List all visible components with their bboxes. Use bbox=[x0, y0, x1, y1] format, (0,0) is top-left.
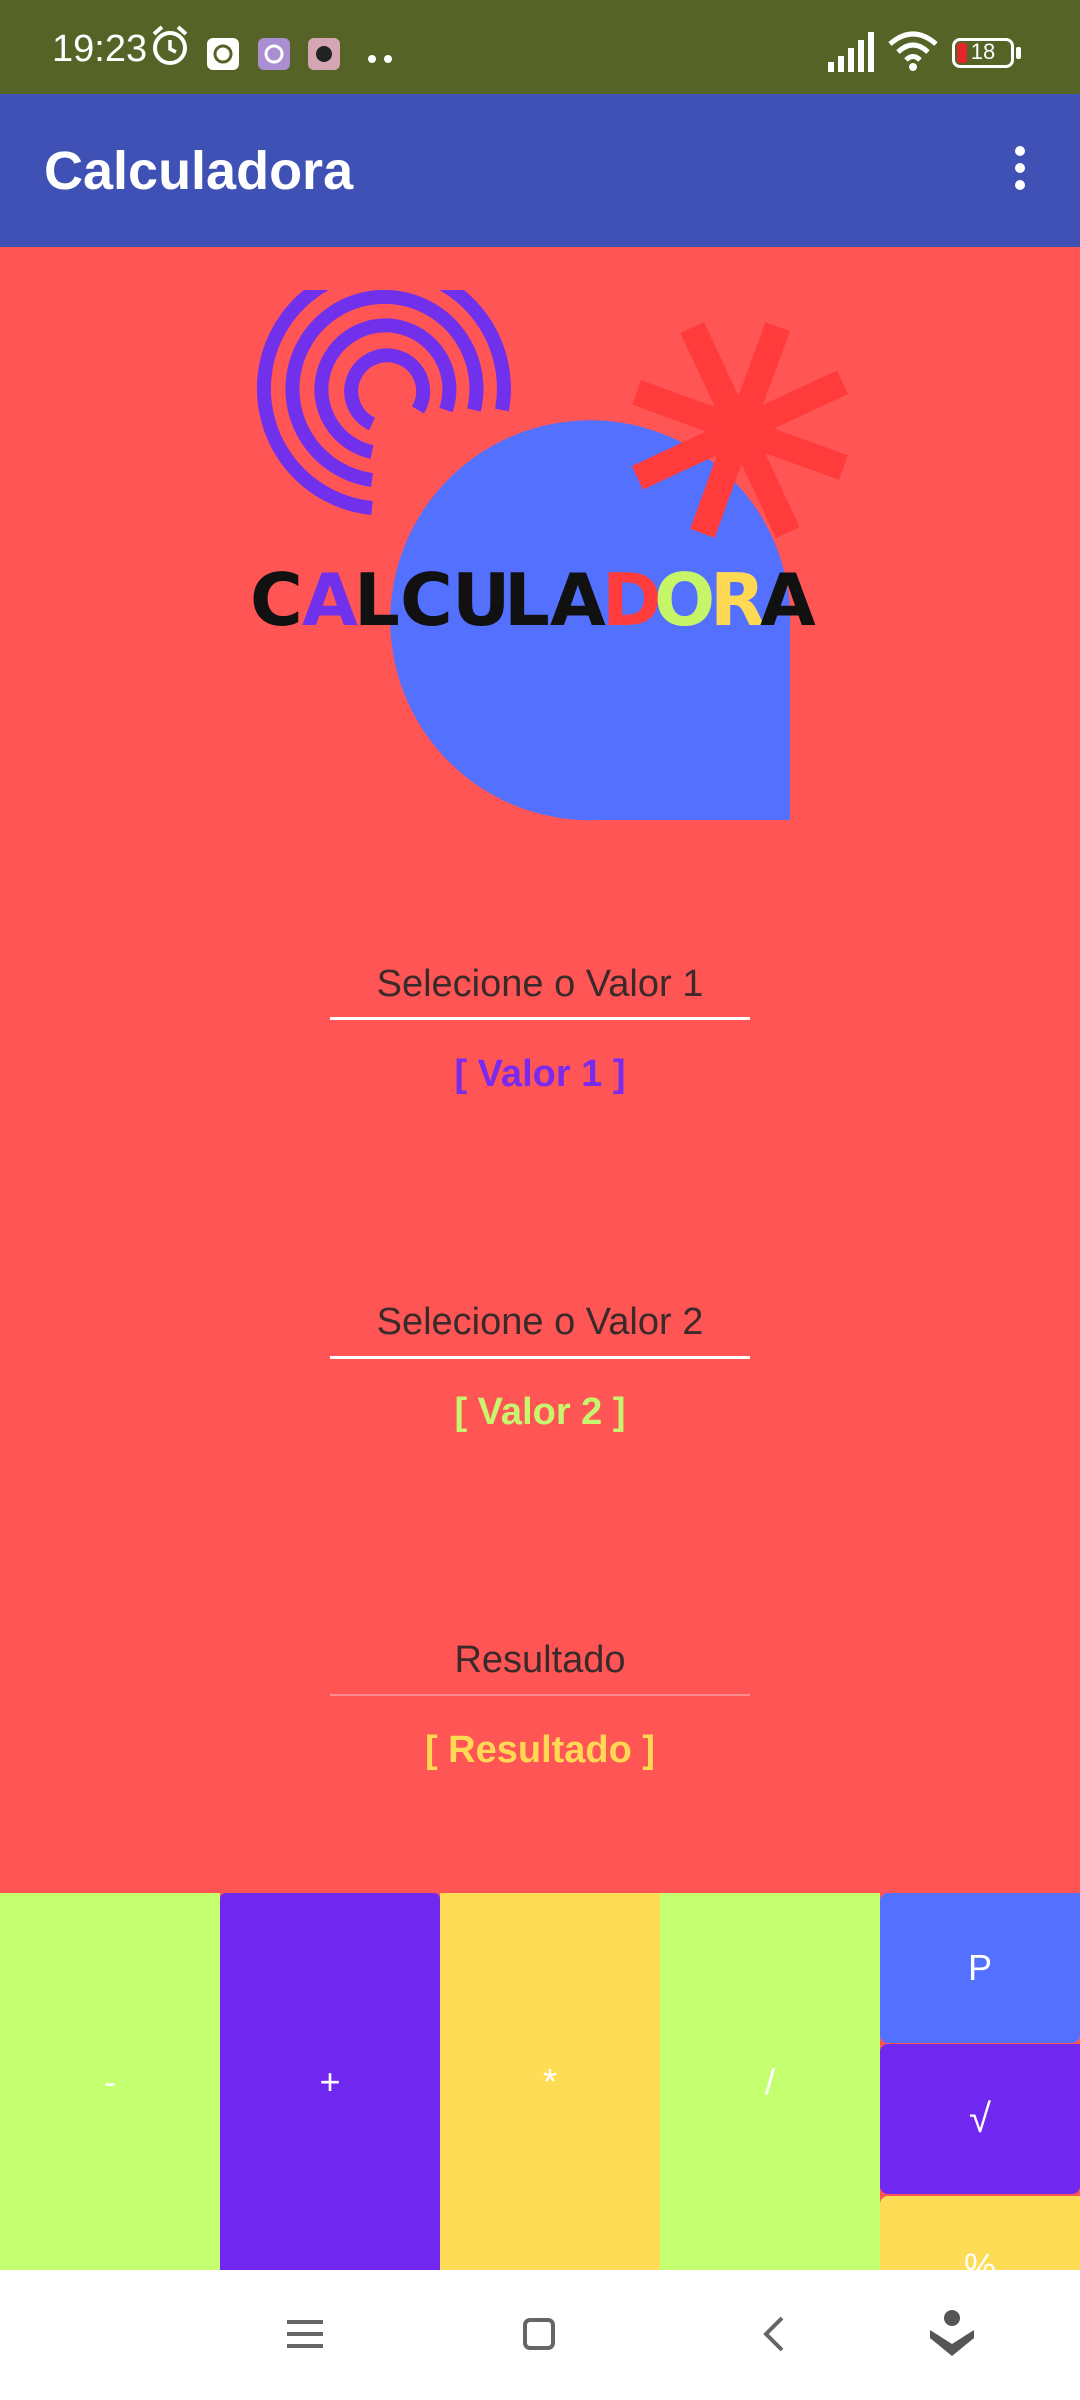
divide-button-label: / bbox=[764, 2060, 775, 2102]
logo-letter: A bbox=[760, 558, 816, 642]
app-title: Calculadora bbox=[44, 141, 354, 201]
multiply-button-label: * bbox=[542, 2060, 557, 2102]
percent-button-label: % bbox=[963, 2246, 996, 2270]
logo-letter: A bbox=[302, 558, 358, 642]
valor2-label[interactable]: Selecione o Valor 2 bbox=[330, 1301, 750, 1344]
plus-button[interactable]: + bbox=[220, 1893, 440, 2270]
app-bar: Calculadora bbox=[0, 94, 1080, 247]
app-notification-icon bbox=[308, 38, 340, 75]
status-bar: 19:23 18 bbox=[0, 0, 1080, 94]
app-notification-icon bbox=[258, 38, 290, 75]
logo-letter: A bbox=[550, 558, 606, 642]
logo-letter: L bbox=[504, 558, 550, 642]
logo-letter: O bbox=[654, 558, 715, 642]
plus-button-label: + bbox=[319, 2060, 341, 2102]
percent-button[interactable]: % bbox=[880, 2196, 1080, 2270]
valor2-underline bbox=[330, 1356, 750, 1359]
alarm-icon bbox=[150, 22, 190, 73]
logo-letter: L bbox=[354, 558, 400, 642]
minus-button[interactable]: - bbox=[0, 1893, 220, 2270]
home-icon[interactable] bbox=[523, 2318, 555, 2355]
status-time: 19:23 bbox=[52, 28, 148, 70]
logo-letter: C bbox=[400, 558, 453, 642]
back-icon[interactable] bbox=[762, 2316, 786, 2357]
logo-letter: C bbox=[250, 558, 303, 642]
multiply-button[interactable]: * bbox=[440, 1893, 660, 2270]
wifi-icon bbox=[888, 30, 938, 77]
logo-letter: R bbox=[710, 558, 765, 642]
app-notification-icon bbox=[207, 38, 239, 75]
valor1-underline bbox=[330, 1017, 750, 1020]
resultado-underline bbox=[330, 1694, 750, 1696]
more-dots-icon bbox=[368, 50, 394, 68]
signal-icon bbox=[828, 32, 878, 77]
assistant-icon[interactable] bbox=[928, 2308, 976, 2363]
calculadora-logo: C A L C U L A D O R A bbox=[220, 261, 860, 855]
recents-icon[interactable] bbox=[287, 2318, 323, 2355]
power-button-label: P bbox=[967, 1947, 992, 1988]
valor1-label[interactable]: Selecione o Valor 1 bbox=[330, 963, 750, 1006]
battery-icon: 18 bbox=[952, 38, 1014, 68]
valor2-value: [ Valor 2 ] bbox=[454, 1391, 626, 1433]
resultado-label: Resultado bbox=[454, 1639, 626, 1681]
valor1-value: [ Valor 1 ] bbox=[454, 1053, 626, 1095]
resultado-value: [ Resultado ] bbox=[424, 1729, 656, 1771]
sqrt-button-label: √ bbox=[969, 2096, 991, 2141]
divide-button[interactable]: / bbox=[660, 1893, 880, 2270]
minus-button-label: - bbox=[104, 2060, 116, 2102]
overflow-menu-icon[interactable] bbox=[1000, 146, 1040, 198]
power-button[interactable]: P bbox=[880, 1893, 1080, 2043]
sqrt-button[interactable]: √ bbox=[880, 2044, 1080, 2194]
navigation-bar bbox=[0, 2270, 1080, 2400]
battery-level: 18 bbox=[970, 39, 996, 64]
logo-letter: D bbox=[602, 558, 662, 642]
logo-letter: U bbox=[452, 558, 510, 642]
